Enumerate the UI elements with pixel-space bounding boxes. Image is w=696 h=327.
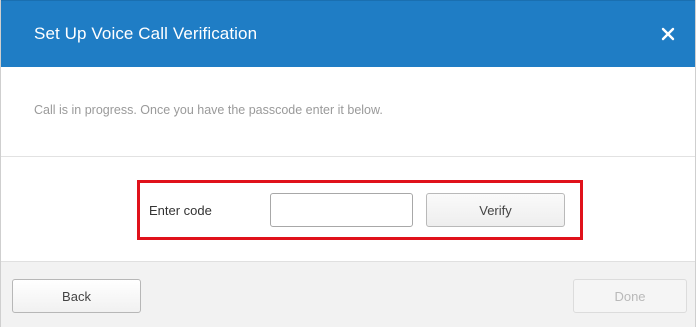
- verify-button[interactable]: Verify: [426, 193, 565, 227]
- enter-code-label: Enter code: [149, 203, 212, 218]
- dialog-footer: Back Done: [1, 261, 695, 327]
- dialog-header: Set Up Voice Call Verification: [1, 0, 695, 67]
- message-section: Call is in progress. Once you have the p…: [1, 67, 695, 157]
- back-button[interactable]: Back: [12, 279, 141, 313]
- close-button[interactable]: [657, 23, 679, 45]
- done-button[interactable]: Done: [573, 279, 687, 313]
- code-entry-section: Enter code Verify: [1, 157, 695, 261]
- status-message: Call is in progress. Once you have the p…: [34, 103, 383, 117]
- code-input[interactable]: [270, 193, 413, 227]
- dialog-title: Set Up Voice Call Verification: [34, 24, 258, 43]
- close-icon: [657, 23, 679, 45]
- voice-call-verification-dialog: Set Up Voice Call Verification Call is i…: [0, 0, 696, 327]
